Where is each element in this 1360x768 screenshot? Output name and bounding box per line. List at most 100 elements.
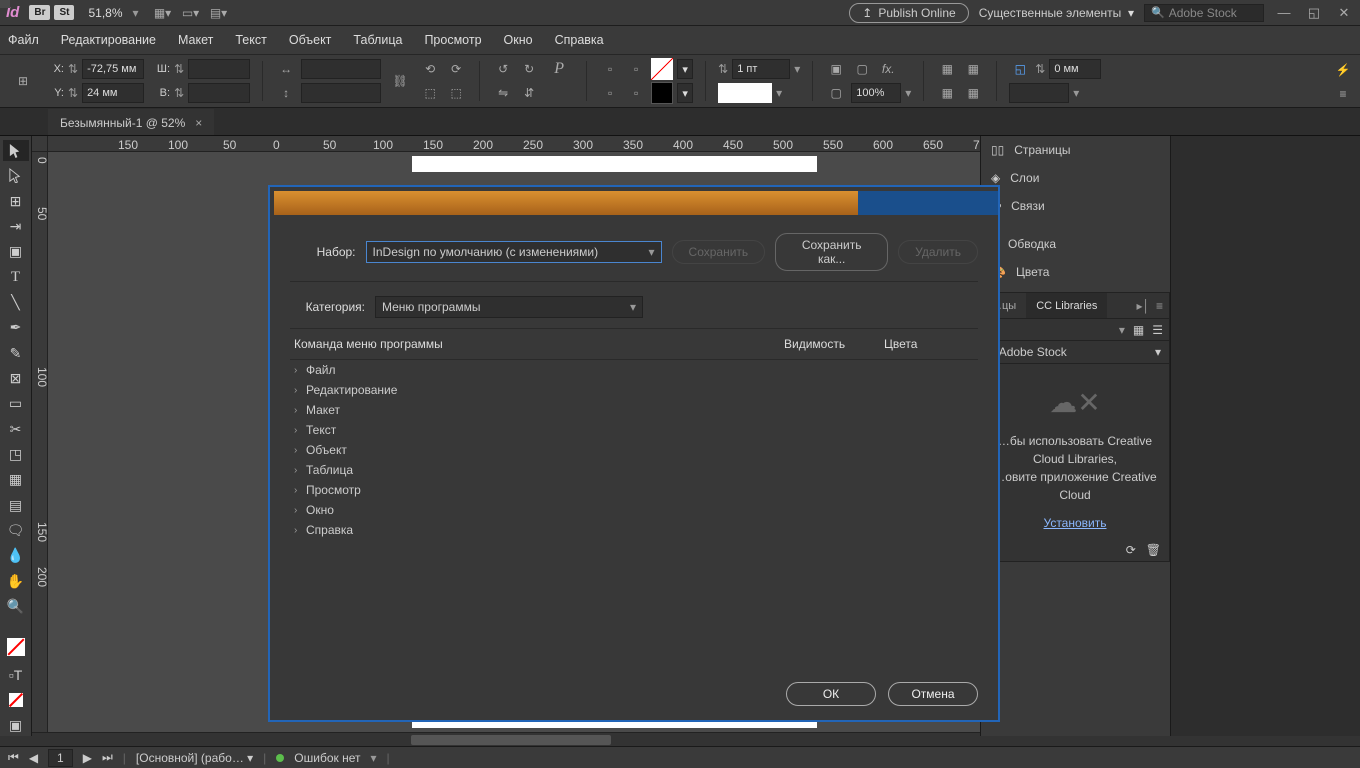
dialog-titlebar[interactable] <box>274 191 994 215</box>
screen-mode-icon[interactable]: ▭▾ <box>179 1 203 25</box>
gradient-feather-tool[interactable]: ▤ <box>3 495 29 516</box>
opacity-input[interactable]: 100% <box>851 83 901 103</box>
default-fs-icon[interactable] <box>3 689 29 710</box>
ruler-origin[interactable] <box>32 136 48 152</box>
shear-icon[interactable]: ⬚ <box>419 82 441 104</box>
publish-online-button[interactable]: ↥ Publish Online <box>849 3 968 23</box>
corner-input[interactable]: 0 мм <box>1049 59 1101 79</box>
delete-button[interactable]: Удалить <box>898 240 978 264</box>
close-button[interactable]: ✕ <box>1334 5 1354 21</box>
panel-stroke[interactable]: ≡Обводка <box>981 230 1170 258</box>
table-row[interactable]: ›Макет <box>290 400 978 420</box>
pencil-tool[interactable]: ✎ <box>3 343 29 364</box>
menu-layout[interactable]: Макет <box>178 33 213 47</box>
vertical-ruler[interactable]: 050100150200 <box>32 152 48 736</box>
eyedropper-tool[interactable]: 💧 <box>3 545 29 566</box>
rotate-cw-icon[interactable]: ↻ <box>518 58 540 80</box>
align4-icon[interactable]: ▫ <box>625 82 647 104</box>
panel-pages[interactable]: ▯▯Страницы <box>981 136 1170 164</box>
panel-links[interactable]: ⚯Связи <box>981 192 1170 220</box>
shear2-icon[interactable]: ⬚ <box>445 82 467 104</box>
grid-view-icon[interactable]: ▦ <box>1133 323 1144 337</box>
menu-edit[interactable]: Редактирование <box>61 33 156 47</box>
stroke-style-swatch[interactable] <box>718 83 772 103</box>
chevron-down-icon[interactable]: ▾ <box>133 6 139 20</box>
page-next-icon[interactable]: ▶ <box>83 751 92 765</box>
y-input[interactable]: 24 мм <box>82 83 144 103</box>
menu-object[interactable]: Объект <box>289 33 332 47</box>
table-row[interactable]: ›Таблица <box>290 460 978 480</box>
page-tool[interactable]: ⊞ <box>3 191 29 212</box>
list-view-icon[interactable]: ☰ <box>1152 323 1163 337</box>
menu-file[interactable]: Файл <box>8 33 39 47</box>
fill-dd[interactable]: ▾ <box>677 59 693 79</box>
stroke-weight-input[interactable]: 1 пт <box>732 59 790 79</box>
menu-type[interactable]: Текст <box>235 33 266 47</box>
rectangle-frame-tool[interactable]: ⊠ <box>3 368 29 389</box>
paragraph-icon[interactable]: P <box>544 58 574 80</box>
direct-selection-tool[interactable] <box>3 165 29 186</box>
pen-tool[interactable]: ✒ <box>3 317 29 338</box>
hand-tool[interactable]: ✋ <box>3 571 29 592</box>
bridge-button[interactable]: Br <box>29 5 50 20</box>
minimize-button[interactable]: ― <box>1274 5 1294 20</box>
scale-y-icon[interactable]: ↕ <box>275 82 297 104</box>
frame-fit1-icon[interactable]: ▣ <box>825 58 847 80</box>
page-number-input[interactable]: 1 <box>48 749 73 767</box>
rotate-icon[interactable]: ⟲ <box>419 58 441 80</box>
content-collector-tool[interactable]: ▣ <box>3 241 29 262</box>
scale-y-input[interactable] <box>301 83 381 103</box>
apply-fill-stroke[interactable]: ▫T <box>3 664 29 685</box>
scale-x-icon[interactable]: ↔ <box>275 58 297 80</box>
sync-icon[interactable]: ⟳ <box>1126 543 1136 557</box>
panel-collapse-icon[interactable]: ▸│ <box>1136 299 1156 313</box>
gradient-swatch-tool[interactable]: ▦ <box>3 469 29 490</box>
horizontal-scrollbar[interactable] <box>32 732 980 746</box>
close-tab-icon[interactable]: × <box>195 116 202 130</box>
horizontal-ruler[interactable]: 1501005005010015020025030035040045050055… <box>48 136 980 152</box>
rotate2-icon[interactable]: ⟳ <box>445 58 467 80</box>
reference-point-icon[interactable]: ⊞ <box>8 66 38 96</box>
type-tool[interactable]: T <box>3 267 29 288</box>
table-row[interactable]: ›Окно <box>290 500 978 520</box>
stroke-dd[interactable]: ▾ <box>677 83 693 103</box>
panel-menu-icon[interactable]: ≡ <box>1156 299 1169 313</box>
note-tool[interactable]: 🗨 <box>3 520 29 541</box>
view-mode-icon[interactable]: ▣ <box>3 715 29 736</box>
view-option-icon[interactable]: ▦▾ <box>151 1 175 25</box>
wrap3-icon[interactable]: ▦ <box>936 82 958 104</box>
line-tool[interactable]: ╲ <box>3 292 29 313</box>
table-row[interactable]: ›Справка <box>290 520 978 540</box>
constrain-icon[interactable]: ⛓ <box>389 61 411 101</box>
zoom-tool[interactable]: 🔍 <box>3 596 29 617</box>
ok-button[interactable]: ОК <box>786 682 876 706</box>
panel-color[interactable]: 🎨Цвета <box>981 258 1170 286</box>
stock-button[interactable]: St <box>54 5 74 20</box>
page-first-icon[interactable]: ⏮ <box>8 750 19 765</box>
panel-tab-cc-libraries[interactable]: CC Libraries <box>1026 293 1107 318</box>
save-button[interactable]: Сохранить <box>672 240 766 264</box>
align3-icon[interactable]: ▫ <box>599 82 621 104</box>
workspace-switcher[interactable]: Существенные элементы ▾ <box>979 6 1134 20</box>
quick-apply-icon[interactable]: ⚡ <box>1332 59 1354 81</box>
preflight-status[interactable]: Ошибок нет <box>294 751 360 765</box>
corner-style-input[interactable] <box>1009 83 1069 103</box>
h-input[interactable] <box>188 83 250 103</box>
trash-icon[interactable]: 🗑 <box>1146 543 1161 557</box>
set-dropdown[interactable]: InDesign по умолчанию (с изменениями)▾ <box>366 241 662 263</box>
table-row[interactable]: ›Текст <box>290 420 978 440</box>
wrap1-icon[interactable]: ▦ <box>936 58 958 80</box>
fill-none-swatch[interactable] <box>651 58 673 80</box>
x-input[interactable]: -72,75 мм <box>82 59 144 79</box>
fill-stroke-swap[interactable] <box>3 633 29 660</box>
stock-search[interactable]: в Adobe Stock▾ <box>981 341 1169 364</box>
menu-view[interactable]: Просмотр <box>424 33 481 47</box>
category-dropdown[interactable]: Меню программы▾ <box>375 296 643 318</box>
zoom-level[interactable]: 51,8% <box>88 6 122 20</box>
install-link[interactable]: Установить <box>1044 514 1107 532</box>
flip-h-icon[interactable]: ⇋ <box>492 82 514 104</box>
free-transform-tool[interactable]: ◳ <box>3 444 29 465</box>
wrap2-icon[interactable]: ▦ <box>962 58 984 80</box>
master-page-dropdown[interactable]: [Основной] (рабо… ▾ <box>136 751 253 765</box>
menu-window[interactable]: Окно <box>504 33 533 47</box>
